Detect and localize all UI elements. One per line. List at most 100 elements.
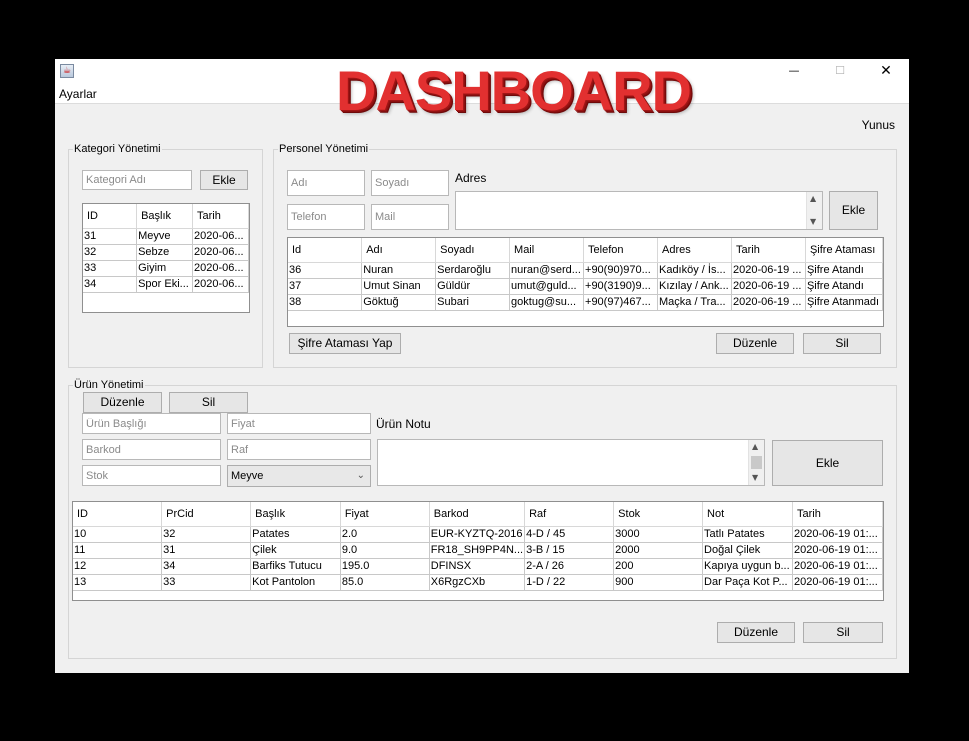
personel-table-cell[interactable]: Subari	[435, 294, 511, 311]
urun-table-cell[interactable]: 900	[613, 574, 704, 591]
personel-column-header[interactable]: Şifre Ataması	[805, 238, 883, 263]
kategori-table-cell[interactable]: 31	[83, 228, 138, 245]
personel-column-header[interactable]: Tarih	[731, 238, 806, 263]
personel-table[interactable]: Id Adı Soyadı Mail Telefon Adres Tarih Şifre At…	[287, 237, 884, 327]
urun-table-cell[interactable]: Tatlı Patates	[702, 526, 794, 543]
urun-column-header[interactable]: Stok	[613, 502, 704, 527]
personel-adres-textarea[interactable]: ▲ ▼	[455, 191, 823, 230]
menu-ayarlar[interactable]: Ayarlar	[59, 87, 97, 101]
personel-table-cell[interactable]: Güldür	[435, 278, 511, 295]
scroll-up-icon[interactable]: ▲	[752, 443, 758, 451]
urun-column-header[interactable]: Tarih	[792, 502, 883, 527]
personel-table-row[interactable]: 36 Nuran Serdaroğlu nuran@serd... +90(90)970…	[288, 262, 883, 279]
maximize-button[interactable]: ☐	[817, 59, 863, 83]
personel-table-cell[interactable]: Serdaroğlu	[435, 262, 511, 279]
personel-table-cell[interactable]: 2020-06-19 ...	[731, 262, 806, 279]
urun-table-cell[interactable]: Dar Paça Kot P...	[702, 574, 794, 591]
personel-table-cell[interactable]: Umut Sinan	[361, 278, 437, 295]
urun-barkod-input[interactable]	[82, 439, 221, 460]
urun-table-cell[interactable]: 195.0	[340, 558, 430, 575]
urun-table-cell[interactable]: 34	[161, 558, 252, 575]
personel-table-cell[interactable]: goktug@su...	[509, 294, 585, 311]
urun-column-header[interactable]: Başlık	[250, 502, 341, 527]
urun-column-header[interactable]: ID	[73, 502, 163, 527]
urun-edit-button[interactable]: Düzenle	[717, 622, 795, 643]
urun-table-cell[interactable]: 85.0	[340, 574, 430, 591]
urun-table-cell[interactable]: DFINSX	[429, 558, 526, 575]
personel-delete-button[interactable]: Sil	[803, 333, 881, 354]
urun-table[interactable]: ID PrCid Başlık Fiyat Barkod Raf Stok Not Tarih …	[72, 501, 884, 601]
urun-table-row[interactable]: 11 31 Çilek 9.0 FR18_SH9PP4N... 3-B / 15 2000 D…	[73, 542, 883, 559]
personel-edit-button[interactable]: Düzenle	[716, 333, 794, 354]
personel-table-cell[interactable]: +90(97)467...	[583, 294, 658, 311]
urun-table-cell[interactable]: 12	[73, 558, 163, 575]
personel-table-cell[interactable]: 2020-06-19 ...	[731, 294, 806, 311]
urun-table-cell[interactable]: 3000	[613, 526, 704, 543]
urun-table-cell[interactable]: 2020-06-19 01:...	[792, 526, 883, 543]
sifre-atamasi-button[interactable]: Şifre Ataması Yap	[289, 333, 401, 354]
kategori-column-header[interactable]: Başlık	[136, 204, 194, 229]
kategori-table-cell[interactable]: 34	[83, 276, 138, 293]
close-button[interactable]: ✕	[863, 59, 909, 83]
minimize-button[interactable]: —	[771, 59, 817, 83]
note-scrollbar[interactable]: ▲ ▼	[748, 440, 764, 485]
urun-delete-button[interactable]: Sil	[803, 622, 883, 643]
personel-table-cell[interactable]: Şifre Atandı	[805, 262, 883, 279]
personel-mail-input[interactable]	[371, 204, 449, 230]
kategori-table-row[interactable]: 31 Meyve 2020-06...	[83, 228, 249, 245]
kategori-table-cell[interactable]: 32	[83, 244, 138, 261]
adres-scrollbar[interactable]: ▲ ▼	[806, 192, 822, 229]
urun-note-textarea[interactable]: ▲ ▼	[377, 439, 765, 486]
urun-table-cell[interactable]: Doğal Çilek	[702, 542, 794, 559]
urun-table-cell[interactable]: Patates	[250, 526, 341, 543]
personel-table-cell[interactable]: Kızılay / Ank...	[657, 278, 732, 295]
scroll-down-icon[interactable]: ▼	[810, 218, 816, 226]
urun-table-cell[interactable]: 2020-06-19 01:...	[792, 574, 883, 591]
personel-table-row[interactable]: 37 Umut Sinan Güldür umut@guld... +90(3190)9…	[288, 278, 883, 295]
kategori-table-row[interactable]: 32 Sebze 2020-06...	[83, 244, 249, 261]
kategori-column-header[interactable]: Tarih	[192, 204, 249, 229]
personel-table-cell[interactable]: 36	[288, 262, 363, 279]
personel-table-cell[interactable]: umut@guld...	[509, 278, 585, 295]
urun-table-cell[interactable]: 9.0	[340, 542, 430, 559]
kategori-table-row[interactable]: 34 Spor Eki... 2020-06...	[83, 276, 249, 293]
urun-table-row[interactable]: 13 33 Kot Pantolon 85.0 X6RgzCXb 1-D / 22 900 D…	[73, 574, 883, 591]
urun-table-cell[interactable]: X6RgzCXb	[429, 574, 526, 591]
urun-table-cell[interactable]: Çilek	[250, 542, 341, 559]
kategori-table[interactable]: ID Başlık Tarih 31 Meyve 2020-06... 32 Sebze 20…	[82, 203, 250, 313]
kategori-column-header[interactable]: ID	[83, 204, 138, 229]
urun-table-cell[interactable]: 1-D / 22	[524, 574, 615, 591]
personel-table-cell[interactable]: Şifre Atanmadı	[805, 294, 883, 311]
personel-table-cell[interactable]: Şifre Atandı	[805, 278, 883, 295]
urun-column-header[interactable]: PrCid	[161, 502, 252, 527]
personel-table-cell[interactable]: 2020-06-19 ...	[731, 278, 806, 295]
personel-table-cell[interactable]: 37	[288, 278, 363, 295]
personel-table-cell[interactable]: +90(90)970...	[583, 262, 658, 279]
personel-table-row[interactable]: 38 Göktuğ Subari goktug@su... +90(97)467... M…	[288, 294, 883, 311]
kategori-add-button[interactable]: Ekle	[200, 170, 248, 190]
personel-column-header[interactable]: Id	[288, 238, 363, 263]
urun-table-cell[interactable]: 11	[73, 542, 163, 559]
personel-column-header[interactable]: Mail	[509, 238, 585, 263]
personel-column-header[interactable]: Telefon	[583, 238, 658, 263]
kategori-table-cell[interactable]: Spor Eki...	[136, 276, 194, 293]
kategori-table-cell[interactable]: Giyim	[136, 260, 194, 277]
personel-column-header[interactable]: Adı	[361, 238, 437, 263]
personel-table-cell[interactable]: 38	[288, 294, 363, 311]
urun-table-cell[interactable]: 32	[161, 526, 252, 543]
urun-table-cell[interactable]: 31	[161, 542, 252, 559]
personel-table-cell[interactable]: nuran@serd...	[509, 262, 585, 279]
urun-table-cell[interactable]: FR18_SH9PP4N...	[429, 542, 526, 559]
urun-table-row[interactable]: 12 34 Barfiks Tutucu 195.0 DFINSX 2-A / 26 200…	[73, 558, 883, 575]
urun-table-cell[interactable]: 13	[73, 574, 163, 591]
scroll-down-icon[interactable]: ▼	[752, 474, 758, 482]
urun-table-cell[interactable]: Kot Pantolon	[250, 574, 341, 591]
urun-table-cell[interactable]: 2.0	[340, 526, 430, 543]
personel-add-button[interactable]: Ekle	[829, 191, 878, 230]
urun-raf-input[interactable]	[227, 439, 371, 460]
urun-add-button[interactable]: Ekle	[772, 440, 883, 486]
urun-category-select[interactable]: Meyve ⌄	[227, 465, 371, 487]
urun-table-cell[interactable]: 2020-06-19 01:...	[792, 558, 883, 575]
urun-table-cell[interactable]: EUR-KYZTQ-2016	[429, 526, 526, 543]
kategori-table-row[interactable]: 33 Giyim 2020-06...	[83, 260, 249, 277]
